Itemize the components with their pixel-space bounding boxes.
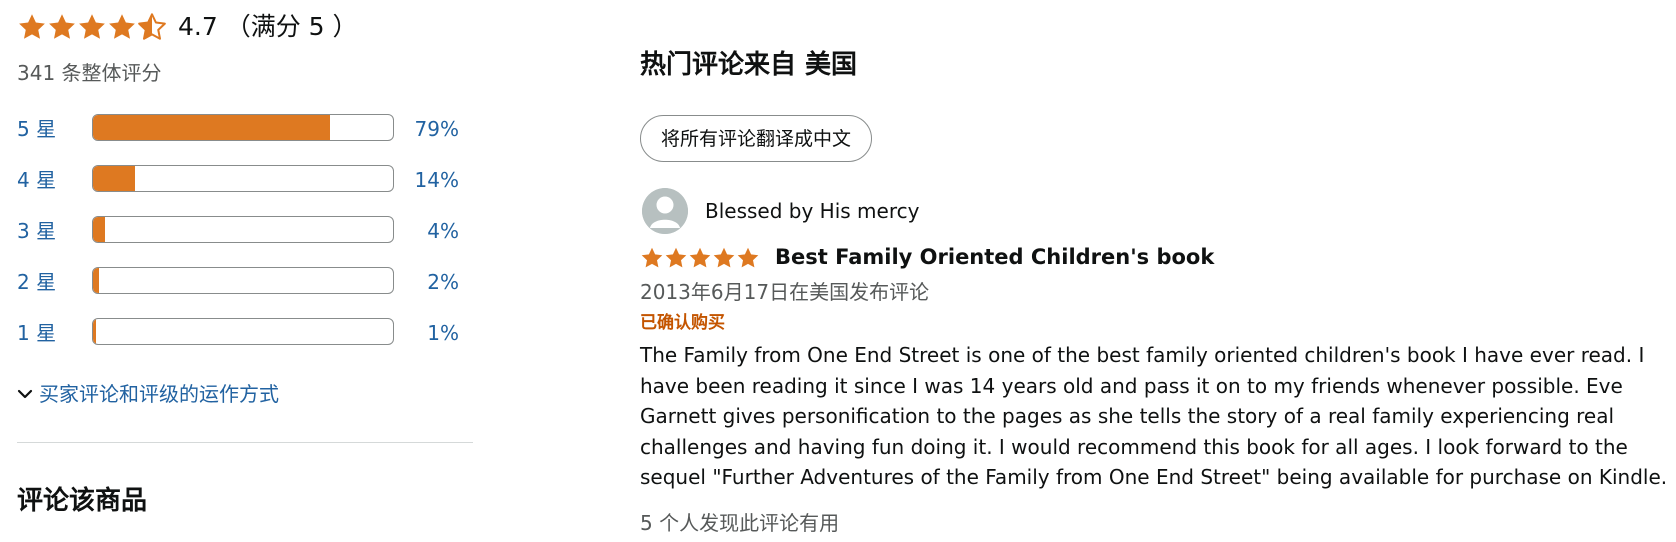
average-rating-text: 4.7 （满分 5 ） [178, 12, 358, 41]
star-icon [736, 246, 760, 270]
translate-reviews-button[interactable]: 将所有评论翻译成中文 [640, 115, 872, 162]
helpful-count: 5 个人发现此评论有用 [640, 511, 840, 535]
histogram-star-label[interactable]: 3 星 [17, 215, 56, 247]
star-icon [107, 12, 137, 42]
histogram-bar[interactable] [92, 318, 394, 345]
how-ratings-work-label[interactable]: 买家评论和评级的运作方式 [39, 378, 279, 407]
total-ratings-count: 341 条整体评分 [17, 61, 162, 85]
default-avatar-icon [642, 188, 688, 234]
section-divider [17, 442, 473, 443]
histogram-row-1[interactable]: 1 星 1% [17, 317, 459, 349]
histogram-row-4[interactable]: 4 星 14% [17, 164, 459, 196]
histogram-percent[interactable]: 2% [394, 266, 459, 298]
verified-purchase-badge: 已确认购买 [640, 313, 725, 333]
star-icon [77, 12, 107, 42]
histogram-bar-fill [93, 268, 99, 293]
average-stars [17, 9, 167, 45]
histogram-star-label[interactable]: 5 星 [17, 113, 56, 145]
reviewer-name[interactable]: Blessed by His mercy [705, 199, 919, 223]
histogram-bar-fill [93, 217, 105, 242]
star-icon [17, 12, 47, 42]
review-body: The Family from One End Street is one of… [640, 343, 1668, 489]
histogram-star-label[interactable]: 1 星 [17, 317, 56, 349]
histogram-bar[interactable] [92, 114, 394, 141]
histogram-row-2[interactable]: 2 星 2% [17, 266, 459, 298]
half-star-icon [137, 12, 167, 42]
review-date: 2013年6月17日在美国发布评论 [640, 280, 930, 304]
star-icon [640, 246, 664, 270]
histogram-bar[interactable] [92, 165, 394, 192]
star-icon [712, 246, 736, 270]
star-icon [688, 246, 712, 270]
histogram-star-label[interactable]: 2 星 [17, 266, 56, 298]
how-ratings-work-link[interactable]: 买家评论和评级的运作方式 [17, 378, 279, 407]
histogram-percent[interactable]: 1% [394, 317, 459, 349]
histogram-bar[interactable] [92, 267, 394, 294]
histogram-percent[interactable]: 79% [394, 113, 459, 145]
review-stars[interactable] [640, 244, 760, 272]
histogram-percent[interactable]: 4% [394, 215, 459, 247]
star-icon [664, 246, 688, 270]
top-reviews-heading: 热门评论来自 美国 [640, 50, 858, 80]
chevron-down-icon [17, 381, 33, 405]
review-product-heading: 评论该商品 [17, 486, 148, 516]
histogram-star-label[interactable]: 4 星 [17, 164, 56, 196]
histogram-bar[interactable] [92, 216, 394, 243]
review-title[interactable]: Best Family Oriented Children's book [775, 245, 1214, 269]
star-icon [47, 12, 77, 42]
histogram-row-5[interactable]: 5 星 79% [17, 113, 459, 145]
histogram-row-3[interactable]: 3 星 4% [17, 215, 459, 247]
histogram-percent[interactable]: 14% [394, 164, 459, 196]
histogram-bar-fill [93, 166, 135, 191]
histogram-bar-fill [93, 319, 96, 344]
histogram-bar-fill [93, 115, 330, 140]
